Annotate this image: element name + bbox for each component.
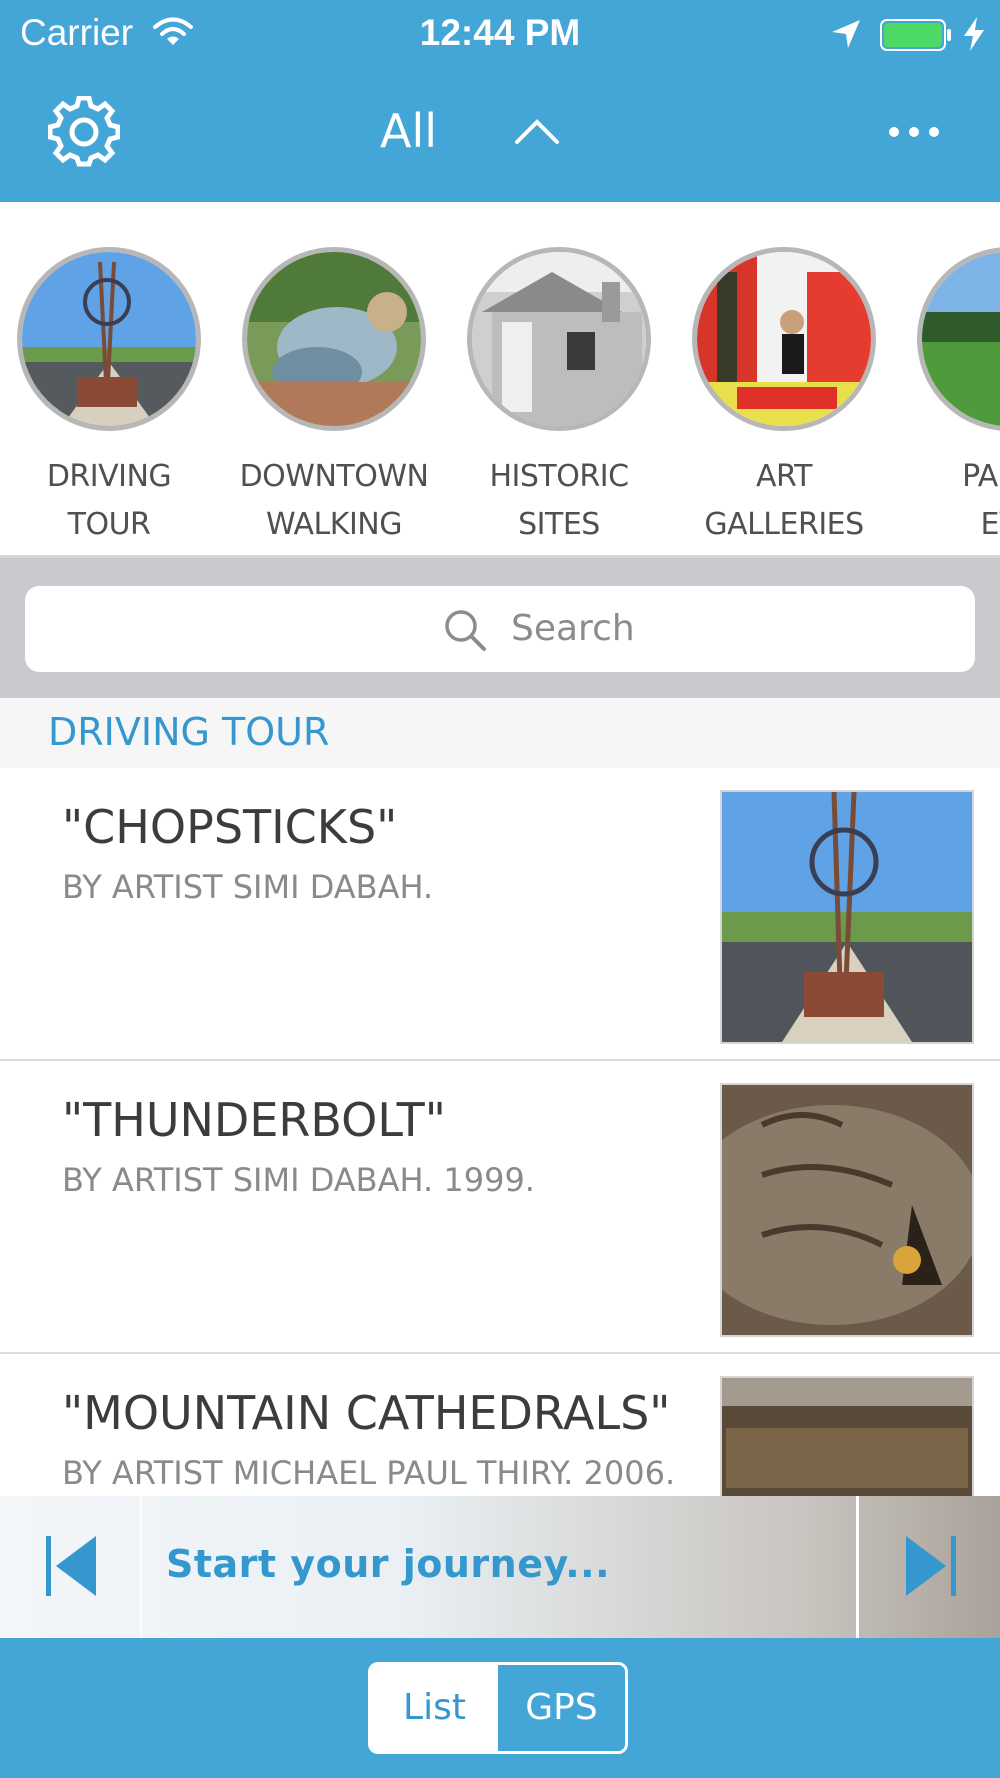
- chevron-up-icon[interactable]: [512, 114, 562, 148]
- list-item[interactable]: "THUNDERBOLT" BY ARTIST SIMI DABAH. 1999…: [0, 1061, 1000, 1354]
- top-bar: Carrier 12:44 PM All: [0, 0, 1000, 202]
- status-bar: Carrier 12:44 PM: [0, 0, 1000, 70]
- category-driving-tour[interactable]: DRIVING TOUR: [6, 247, 212, 549]
- location-arrow-icon: [832, 20, 860, 48]
- item-title: "THUNDERBOLT": [62, 1093, 446, 1147]
- item-subtitle: BY ARTIST MICHAEL PAUL THIRY. 2006.: [62, 1454, 676, 1492]
- section-header: DRIVING TOUR: [0, 698, 1000, 768]
- category-thumbnail: [692, 247, 876, 431]
- search-placeholder: Search: [511, 608, 635, 649]
- list-item[interactable]: "MOUNTAIN CATHEDRALS" BY ARTIST MICHAEL …: [0, 1354, 1000, 1496]
- item-thumbnail: [720, 790, 974, 1044]
- search-bar: Search: [0, 558, 1000, 698]
- divider: [140, 1496, 142, 1638]
- category-thumbnail: [917, 247, 1000, 431]
- search-input[interactable]: Search: [25, 586, 975, 672]
- section-title: DRIVING TOUR: [48, 710, 330, 754]
- item-subtitle: BY ARTIST SIMI DABAH.: [62, 868, 434, 906]
- category-historic-sites[interactable]: HISTORIC SITES: [456, 247, 662, 549]
- category-thumbnail: [242, 247, 426, 431]
- category-label: PARKS EVE: [962, 459, 1000, 542]
- category-label: DRIVING TOUR: [46, 459, 172, 542]
- divider: [856, 1496, 859, 1638]
- category-downtown-walking-tour[interactable]: DOWNTOWN WALKING TOUR: [231, 247, 437, 555]
- battery-icon: [880, 19, 951, 51]
- item-thumbnail: [720, 1083, 974, 1337]
- filter-title[interactable]: All: [380, 104, 437, 158]
- category-thumbnail: [17, 247, 201, 431]
- nav-bar: All: [0, 70, 1000, 202]
- list-item[interactable]: "CHOPSTICKS" BY ARTIST SIMI DABAH.: [0, 768, 1000, 1061]
- skip-forward-icon[interactable]: [902, 1534, 958, 1598]
- category-label: DOWNTOWN WALKING TOUR: [239, 459, 429, 542]
- ellipsis-icon[interactable]: [884, 112, 944, 152]
- category-art-galleries[interactable]: ART GALLERIES: [681, 247, 887, 549]
- journey-player: Start your journey...: [0, 1496, 1000, 1638]
- list-view-button[interactable]: List: [371, 1665, 498, 1751]
- gear-icon[interactable]: [48, 96, 120, 168]
- site-list[interactable]: "CHOPSTICKS" BY ARTIST SIMI DABAH. "THUN…: [0, 768, 1000, 1496]
- skip-back-icon[interactable]: [44, 1534, 100, 1598]
- item-title: "MOUNTAIN CATHEDRALS": [62, 1386, 671, 1440]
- view-toggle[interactable]: List GPS: [368, 1662, 628, 1754]
- item-title: "CHOPSTICKS": [62, 800, 398, 854]
- bottom-bar: List GPS: [0, 1638, 1000, 1778]
- category-thumbnail: [467, 247, 651, 431]
- category-parks-events[interactable]: PARKS EVE: [906, 247, 1000, 549]
- category-label: HISTORIC SITES: [489, 459, 629, 542]
- gps-view-button[interactable]: GPS: [498, 1665, 625, 1751]
- search-icon: [445, 610, 486, 651]
- category-carousel[interactable]: DRIVING TOUR DOWNTOWN WALKING TOUR: [0, 202, 1000, 558]
- category-label: ART GALLERIES: [704, 459, 864, 542]
- charging-bolt-icon: [964, 17, 984, 51]
- journey-prompt[interactable]: Start your journey...: [166, 1542, 610, 1586]
- item-thumbnail: [720, 1376, 974, 1496]
- item-subtitle: BY ARTIST SIMI DABAH. 1999.: [62, 1161, 535, 1199]
